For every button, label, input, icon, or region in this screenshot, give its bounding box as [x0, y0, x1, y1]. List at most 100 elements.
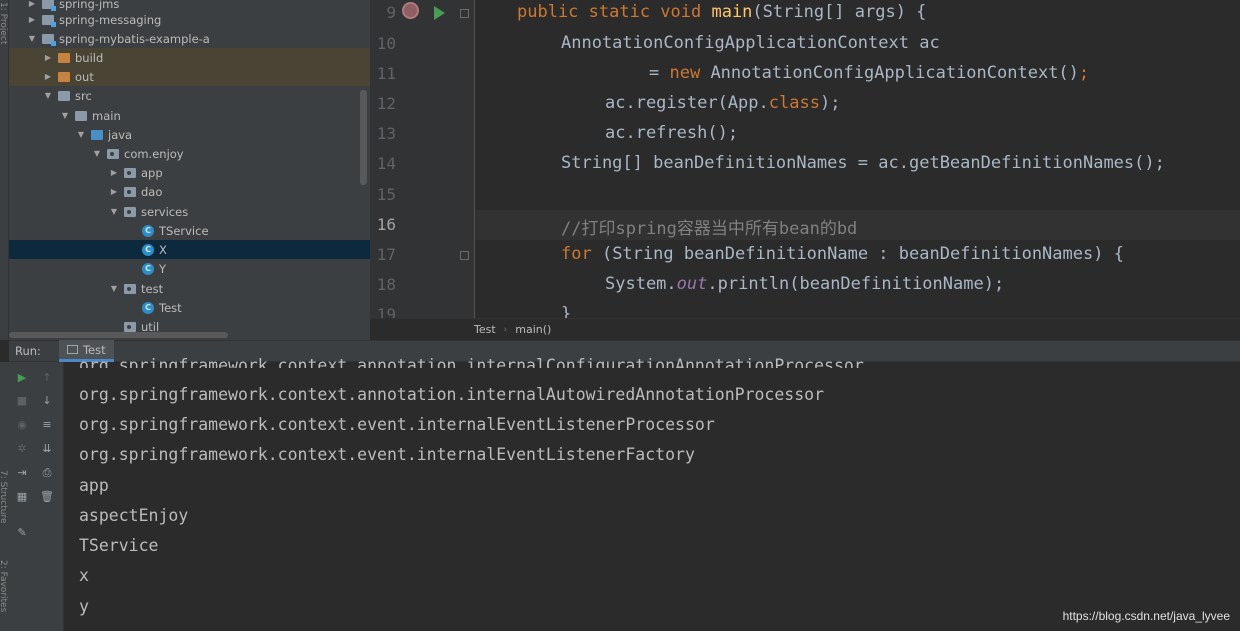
collapse-arrow-icon[interactable]: ▼	[109, 207, 119, 216]
stop-icon[interactable]: ■	[15, 394, 29, 408]
expand-arrow-icon[interactable]: ▶	[43, 53, 53, 62]
folder-icon	[58, 52, 70, 63]
tree-item-com-enjoy[interactable]: ▼ com.enjoy	[9, 144, 370, 163]
package-icon	[124, 206, 136, 217]
layout-icon[interactable]: ▦	[15, 490, 29, 504]
login-icon[interactable]: ⇥	[15, 466, 29, 480]
tree-item-label: TService	[159, 223, 209, 238]
gear-icon[interactable]: ✲	[15, 442, 29, 456]
breakpoint-icon[interactable]	[402, 2, 419, 19]
project-tool-label[interactable]: 1: Project	[0, 2, 8, 44]
tree-item-app[interactable]: ▶ app	[9, 163, 370, 182]
line-number: 17	[376, 245, 396, 264]
package-icon	[124, 167, 136, 178]
tree-item-label: src	[75, 88, 92, 103]
package-icon	[124, 321, 136, 332]
collapse-arrow-icon[interactable]: ▼	[60, 111, 70, 120]
tree-item-java[interactable]: ▼ java	[9, 125, 370, 144]
print-icon[interactable]: ⎙	[40, 466, 54, 480]
arrow-up-icon[interactable]: ↑	[40, 371, 54, 385]
breadcrumb-item-method[interactable]: main()	[515, 323, 551, 336]
tree-item-main[interactable]: ▼ main	[9, 106, 370, 125]
tree-item-spring-messaging[interactable]: ▶ spring-messaging	[9, 10, 370, 29]
breadcrumb-item-class[interactable]: Test	[474, 323, 496, 336]
tree-item-src[interactable]: ▼ src	[9, 86, 370, 105]
tree-item-label: Y	[159, 261, 167, 276]
line-number: 18	[376, 275, 396, 294]
tree-item-build[interactable]: ▶ build	[9, 48, 370, 67]
breadcrumb: Test › main()	[370, 318, 1240, 340]
tree-item-label: Test	[159, 300, 182, 315]
module-icon	[42, 14, 56, 27]
collapse-arrow-icon[interactable]: ▼	[27, 34, 37, 43]
left-tool-strip: 1: Project	[0, 0, 9, 340]
fold-marker-icon[interactable]	[460, 9, 469, 18]
tree-item-label: test	[141, 281, 164, 296]
code-line-9: public static void main(String[] args) {	[517, 2, 927, 22]
tree-item-y[interactable]: CY	[9, 259, 370, 278]
pin-icon[interactable]: ✎	[15, 526, 29, 540]
line-number: 9	[386, 3, 396, 22]
camera-icon[interactable]: ◉	[15, 418, 29, 432]
collapse-arrow-icon[interactable]: ▼	[76, 130, 86, 139]
left-tool-strip-bottom: 7: Structure 2: Favorites	[0, 362, 9, 631]
tree-item-label: main	[92, 108, 121, 123]
line-number: 12	[376, 94, 396, 113]
trash-icon[interactable]: 🗑	[40, 490, 54, 504]
collapse-arrow-icon[interactable]: ▼	[43, 91, 53, 100]
tree-item-spring-mybatis-example-a[interactable]: ▼ spring-mybatis-example-a	[9, 29, 370, 48]
structure-tool-label[interactable]: 7: Structure	[0, 470, 8, 524]
class-icon: C	[142, 224, 154, 237]
console-line: x	[79, 566, 89, 585]
run-config-icon	[66, 345, 78, 354]
console-line: org.springframework.context.event.intern…	[79, 415, 715, 434]
rerun-icon[interactable]: ▶	[15, 371, 29, 385]
run-gutter-icon[interactable]	[434, 6, 445, 20]
favorites-tool-label[interactable]: 2: Favorites	[0, 560, 8, 612]
package-icon	[107, 148, 119, 159]
expand-arrow-icon[interactable]: ▶	[43, 72, 53, 81]
tree-item-services[interactable]: ▼ services	[9, 202, 370, 221]
expand-arrow-icon[interactable]: ▶	[109, 168, 119, 177]
tree-item-label: X	[159, 242, 167, 257]
line-number: 19	[376, 305, 396, 318]
code-line-19: }	[561, 304, 572, 318]
module-icon	[42, 33, 56, 46]
line-number: 15	[376, 185, 396, 204]
arrow-down-icon[interactable]: ↓	[40, 394, 54, 408]
tree-item-dao[interactable]: ▶ dao	[9, 182, 370, 201]
collapse-arrow-icon[interactable]: ▼	[109, 284, 119, 293]
console-line: org.springframework.context.annotation.i…	[79, 356, 864, 368]
line-number: 14	[376, 154, 396, 173]
tree-item-tservice[interactable]: C TService	[9, 221, 370, 240]
collapse-arrow-icon[interactable]: ▼	[92, 149, 102, 158]
console-line: org.springframework.context.annotation.i…	[79, 385, 825, 404]
tree-item-out[interactable]: ▶ out	[9, 67, 370, 86]
expand-arrow-icon[interactable]: ▶	[109, 187, 119, 196]
line-number: 13	[376, 124, 396, 143]
watermark: https://blog.csdn.net/java_lyvee	[1062, 609, 1230, 623]
tree-vertical-scrollbar[interactable]	[360, 90, 367, 185]
tree-item-test-class[interactable]: C Test	[9, 298, 370, 317]
fold-marker-icon[interactable]	[460, 251, 469, 260]
tree-item-label: java	[108, 127, 133, 142]
tree-item-label: out	[75, 69, 94, 84]
expand-arrow-icon[interactable]: ▶	[27, 0, 37, 8]
tree-horizontal-scrollbar[interactable]	[9, 332, 228, 338]
expand-arrow-icon[interactable]: ▶	[27, 15, 37, 24]
class-icon: C	[142, 301, 154, 314]
scroll-to-end-icon[interactable]: ⇊	[40, 442, 54, 456]
tree-item-x[interactable]: CX	[9, 240, 370, 259]
source-root-icon	[91, 129, 103, 140]
tab-label: Test	[82, 342, 106, 357]
run-label: Run:	[15, 344, 41, 358]
tree-item-test[interactable]: ▼ test	[9, 279, 370, 298]
tree-item-label: spring-jms	[59, 0, 120, 11]
tree-item-label: services	[141, 204, 189, 219]
soft-wrap-icon[interactable]: ≡	[40, 418, 54, 432]
line-number: 10	[376, 34, 396, 53]
folder-icon	[75, 110, 87, 121]
line-number: 11	[376, 64, 396, 83]
console-line: TService	[79, 536, 159, 555]
line-number: 16	[376, 215, 396, 234]
